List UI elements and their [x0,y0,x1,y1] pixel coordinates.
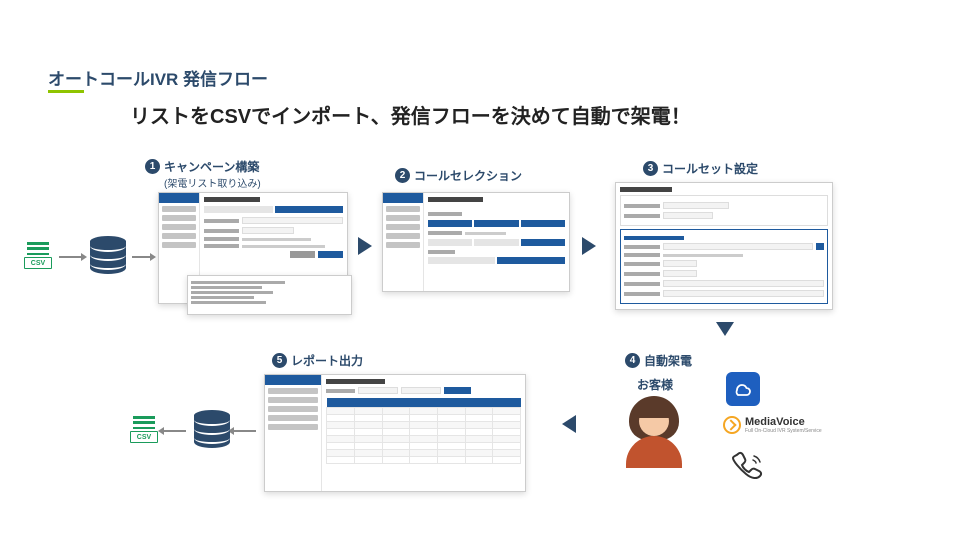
step3-label: 3 コールセット設定 [643,160,758,177]
step1-label: 1 キャンペーン構築 (架電リスト取り込み) [145,158,261,190]
csv-file-icon-2: CSV [130,416,158,443]
arrow-db-to-ss1 [132,256,150,258]
arrow-db-to-csv2 [164,430,186,432]
customer-label: お客様 [637,376,673,393]
step2-label: 2 コールセレクション [395,167,522,184]
phone-icon [728,448,768,488]
mediavoice-name: MediaVoice [745,416,822,428]
mediavoice-logo-icon [723,416,741,434]
arrow-ss5-to-db [234,430,256,432]
arrow-1-to-2 [358,237,372,255]
step5-label: 5 レポート出力 [272,352,363,369]
arrow-csv-to-db [59,256,81,258]
step2-title: コールセレクション [414,167,522,184]
database-icon-1 [90,236,126,276]
step-number-4: 4 [625,353,640,368]
screenshot-report [264,374,526,492]
step1-subtitle: (架電リスト取り込み) [164,179,261,190]
arrow-4-to-5 [562,415,576,433]
screenshot-callset [615,182,833,310]
title-underline [48,90,84,93]
step4-title: 自動架電 [644,352,692,369]
arrow-2-to-3 [582,237,596,255]
csv-tag: CSV [24,257,52,269]
csv-file-icon: CSV [24,242,52,269]
step-number-3: 3 [643,161,658,176]
database-icon-2 [194,410,230,450]
step-number-1: 1 [145,159,160,174]
screenshot-campaign [158,192,348,304]
step5-title: レポート出力 [291,352,363,369]
step-number-2: 2 [395,168,410,183]
mediavoice-tagline: Full On-Cloud IVR System/Service [745,428,822,434]
step1-title: キャンペーン構築 [164,160,259,174]
csv-tag-2: CSV [130,431,158,443]
customer-avatar-icon [625,396,683,466]
mediavoice-logo: MediaVoice Full On-Cloud IVR System/Serv… [723,416,822,434]
cloud-service-icon [726,372,760,406]
page-title: オートコールIVR 発信フロー [48,65,268,90]
screenshot-call-selection [382,192,570,292]
step-number-5: 5 [272,353,287,368]
step3-title: コールセット設定 [662,160,758,177]
arrow-3-to-4 [716,322,734,336]
headline: リストをCSVでインポート、発信フローを決めて自動で架電！ [130,100,691,129]
step4-label: 4 自動架電 [625,352,692,369]
